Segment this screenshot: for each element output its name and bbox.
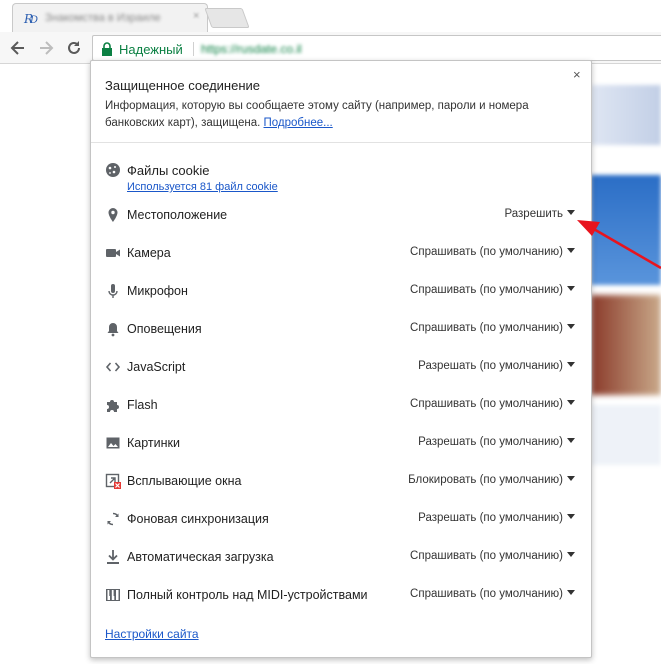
- dropdown-caret-icon: [567, 438, 575, 443]
- permission-dropdown[interactable]: Спрашивать (по умолчанию): [410, 284, 575, 296]
- permission-label: Картинки: [127, 436, 180, 450]
- midi-piano-icon: [106, 589, 120, 601]
- divider: [193, 42, 194, 56]
- permission-dropdown[interactable]: Блокировать (по умолчанию): [408, 474, 575, 486]
- permission-label: Камера: [127, 246, 171, 260]
- permission-dropdown[interactable]: Спрашивать (по умолчанию): [410, 322, 575, 334]
- page-background-blur: [591, 175, 661, 285]
- site-favicon-icon: R D: [23, 12, 38, 26]
- permission-row: Картинки Разрешать (по умолчанию): [105, 434, 575, 454]
- download-icon: [107, 550, 119, 564]
- tab-close-icon[interactable]: ×: [193, 10, 199, 22]
- dropdown-caret-icon: [567, 248, 575, 253]
- dropdown-caret-icon: [567, 362, 575, 367]
- permission-value: Разрешать (по умолчанию): [418, 360, 563, 372]
- dropdown-caret-icon: [567, 286, 575, 291]
- tab-title: Знакомства в Израиле: [45, 12, 161, 24]
- dropdown-caret-icon: [567, 210, 575, 215]
- browser-tab[interactable]: R D Знакомства в Израиле ×: [12, 3, 208, 32]
- popup-blocked-icon: [105, 473, 121, 489]
- cookies-label: Файлы cookie: [127, 163, 210, 178]
- permission-value: Разрешать (по умолчанию): [418, 436, 563, 448]
- permission-row: Всплывающие окна Блокировать (по умолчани…: [105, 472, 575, 492]
- code-icon: [105, 362, 121, 372]
- lock-icon[interactable]: [101, 42, 113, 56]
- reload-icon[interactable]: [64, 38, 84, 58]
- page-background-blur: [591, 85, 661, 145]
- close-icon[interactable]: ×: [573, 67, 581, 82]
- permission-row: Местоположение Разрешить: [105, 206, 575, 226]
- permission-label: JavaScript: [127, 360, 186, 374]
- permission-dropdown[interactable]: Спрашивать (по умолчанию): [410, 246, 575, 258]
- svg-text:D: D: [29, 15, 38, 26]
- permission-label: Оповещения: [127, 322, 202, 336]
- permission-value: Спрашивать (по умолчанию): [410, 588, 563, 600]
- location-pin-icon: [108, 208, 118, 222]
- permission-value: Спрашивать (по умолчанию): [410, 284, 563, 296]
- dropdown-caret-icon: [567, 400, 575, 405]
- permission-dropdown[interactable]: Разрешать (по умолчанию): [418, 360, 575, 372]
- microphone-icon: [108, 284, 118, 298]
- permission-dropdown[interactable]: Спрашивать (по умолчанию): [410, 588, 575, 600]
- dropdown-caret-icon: [567, 552, 575, 557]
- permission-row: Камера Спрашивать (по умолчанию): [105, 244, 575, 264]
- cookies-used-link[interactable]: Используется 81 файл cookie: [127, 181, 278, 193]
- learn-more-link[interactable]: Подробнее...: [264, 117, 333, 129]
- permission-row: Микрофон Спрашивать (по умолчанию): [105, 282, 575, 302]
- address-bar[interactable]: Надежный https://rusdate.co.il: [92, 35, 661, 61]
- site-info-popup: × Защищенное соединение Информация, кото…: [90, 60, 592, 658]
- site-settings-link[interactable]: Настройки сайта: [105, 627, 199, 641]
- permission-value: Разрешить: [504, 208, 563, 220]
- divider: [91, 142, 591, 143]
- camera-icon: [106, 249, 120, 257]
- permission-label: Фоновая синхронизация: [127, 512, 269, 526]
- page-background-blur: [591, 295, 661, 395]
- page-background-blur: [591, 405, 661, 465]
- back-arrow-icon[interactable]: [8, 38, 28, 58]
- cookies-row: Файлы cookie Используется 81 файл cookie: [105, 160, 575, 200]
- permission-row: Полный контроль над MIDI-устройствами Спр…: [105, 586, 575, 606]
- puzzle-icon: [107, 400, 119, 412]
- bell-icon: [107, 323, 119, 337]
- permission-row: Оповещения Спрашивать (по умолчанию): [105, 320, 575, 340]
- permission-dropdown[interactable]: Разрешать (по умолчанию): [418, 512, 575, 524]
- permission-row: JavaScript Разрешать (по умолчанию): [105, 358, 575, 378]
- permission-row: Flash Спрашивать (по умолчанию): [105, 396, 575, 416]
- dropdown-caret-icon: [567, 476, 575, 481]
- permission-label: Полный контроль над MIDI-устройствами: [127, 588, 368, 602]
- dropdown-caret-icon: [567, 590, 575, 595]
- sync-icon: [107, 512, 119, 526]
- new-tab-button[interactable]: [204, 8, 250, 28]
- secure-label[interactable]: Надежный: [119, 42, 183, 57]
- connection-description: Информация, которую вы сообщаете этому с…: [105, 98, 555, 132]
- cookie-icon: [106, 163, 120, 177]
- permission-value: Спрашивать (по умолчанию): [410, 246, 563, 258]
- dropdown-caret-icon: [567, 514, 575, 519]
- permission-label: Автоматическая загрузка: [127, 550, 274, 564]
- permission-value: Спрашивать (по умолчанию): [410, 550, 563, 562]
- permission-row: Фоновая синхронизация Разрешать (по умолч…: [105, 510, 575, 530]
- permission-value: Разрешать (по умолчанию): [418, 512, 563, 524]
- tab-strip: R D Знакомства в Израиле ×: [0, 0, 661, 32]
- permission-row: Автоматическая загрузка Спрашивать (по ум…: [105, 548, 575, 568]
- permission-dropdown[interactable]: Спрашивать (по умолчанию): [410, 550, 575, 562]
- permission-label: Местоположение: [127, 208, 228, 222]
- permission-label: Всплывающие окна: [127, 474, 242, 488]
- permission-dropdown[interactable]: Спрашивать (по умолчанию): [410, 398, 575, 410]
- connection-title: Защищенное соединение: [105, 78, 260, 93]
- permission-label: Микрофон: [127, 284, 188, 298]
- permission-value: Спрашивать (по умолчанию): [410, 322, 563, 334]
- permission-label: Flash: [127, 398, 158, 412]
- forward-arrow-icon[interactable]: [36, 38, 56, 58]
- permission-value: Блокировать (по умолчанию): [408, 474, 563, 486]
- permission-value: Спрашивать (по умолчанию): [410, 398, 563, 410]
- url-text[interactable]: https://rusdate.co.il: [201, 42, 302, 56]
- image-icon: [106, 437, 120, 449]
- permission-dropdown[interactable]: Разрешить: [504, 208, 575, 220]
- dropdown-caret-icon: [567, 324, 575, 329]
- permission-dropdown[interactable]: Разрешать (по умолчанию): [418, 436, 575, 448]
